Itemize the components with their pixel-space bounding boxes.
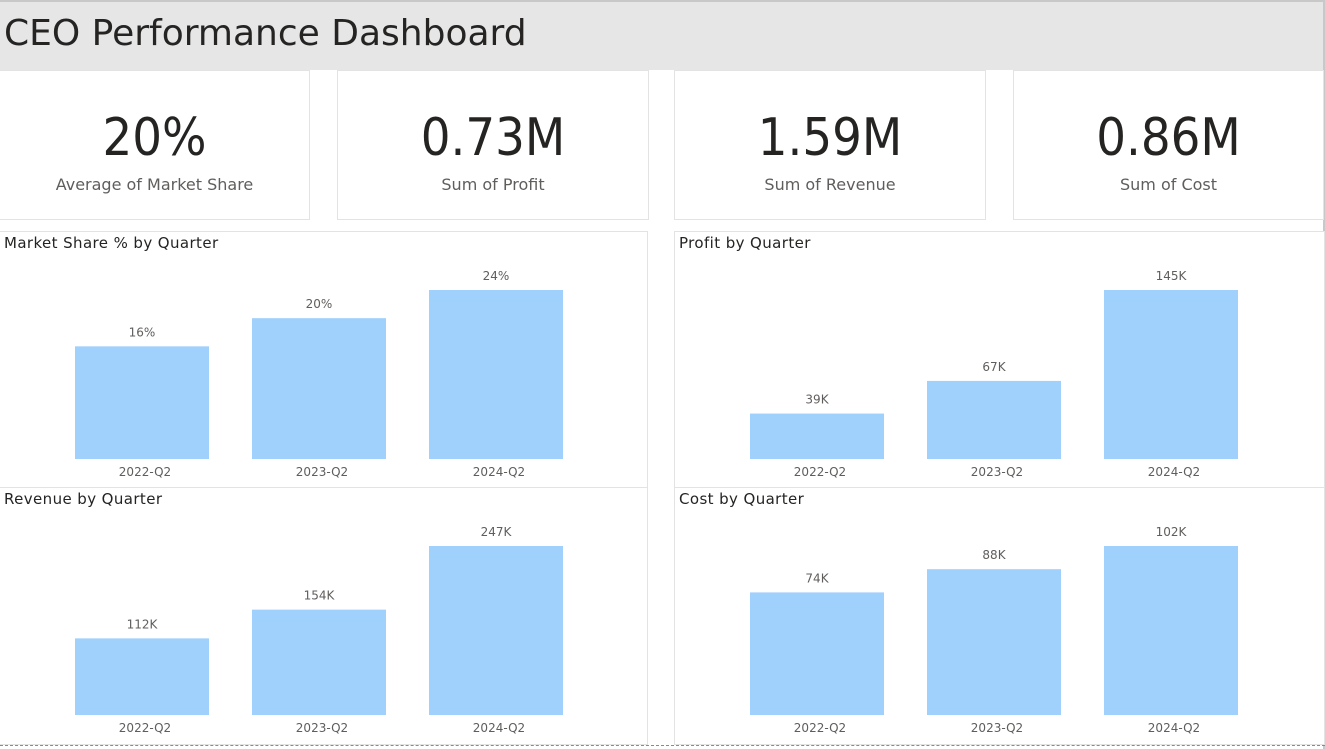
x-tick-label: 2023-Q2 (971, 465, 1023, 479)
data-label: 88K (982, 548, 1006, 562)
x-tick-label: 2024-Q2 (473, 465, 525, 479)
kpi-label: Sum of Profit (441, 175, 545, 194)
bar-2023-q2[interactable] (927, 380, 1061, 459)
data-label: 67K (982, 360, 1006, 374)
data-label: 154K (304, 589, 336, 603)
kpi-value: 0.86M (1096, 108, 1241, 168)
page-title: CEO Performance Dashboard (4, 13, 527, 54)
x-tick-label: 2022-Q2 (794, 721, 846, 735)
data-label: 102K (1156, 525, 1188, 539)
bar-2024-q2[interactable] (429, 290, 563, 459)
bar-chart-plot: 112K 2022-Q2 154K 2023-Q2 247K 2024-Q2 (75, 525, 563, 735)
kpi-card-profit[interactable]: 0.73M Sum of Profit (337, 70, 649, 220)
bar-2023-q2[interactable] (927, 569, 1061, 715)
bar-2023-q2[interactable] (252, 609, 386, 715)
kpi-card-market-share[interactable]: 20% Average of Market Share (0, 70, 310, 220)
x-tick-label: 2024-Q2 (1148, 465, 1200, 479)
data-label: 112K (127, 617, 159, 631)
kpi-label: Sum of Cost (1119, 175, 1218, 194)
profit-chart[interactable]: 39K 2022-Q2 67K 2023-Q2 145K 2024-Q2 Profit b… (674, 231, 1325, 488)
kpi-value: 0.73M (420, 108, 566, 168)
data-label: 16% (129, 325, 156, 339)
bar-2024-q2[interactable] (1104, 290, 1238, 459)
data-label: 20% (306, 297, 333, 311)
x-tick-label: 2023-Q2 (971, 721, 1023, 735)
bar-2022-q2[interactable] (750, 592, 884, 715)
bar-chart-plot: 74K 2022-Q2 88K 2023-Q2 102K 2024-Q2 (750, 525, 1238, 735)
data-label: 74K (805, 571, 829, 585)
x-tick-label: 2024-Q2 (1148, 721, 1200, 735)
x-tick-label: 2024-Q2 (473, 721, 525, 735)
cost-chart[interactable]: 74K 2022-Q2 88K 2023-Q2 102K 2024-Q2 Cost by … (674, 487, 1325, 745)
x-tick-label: 2023-Q2 (296, 721, 348, 735)
chart-title: Cost by Quarter (679, 490, 805, 508)
data-label: 145K (1156, 269, 1188, 283)
dashboard-header: CEO Performance Dashboard (0, 2, 1323, 70)
x-tick-label: 2022-Q2 (119, 465, 171, 479)
market-share-chart[interactable]: 16% 2022-Q2 20% 2023-Q2 24% 2024-Q2 Market Sh… (0, 231, 648, 488)
canvas-bottom-border (0, 745, 1325, 746)
chart-title: Market Share % by Quarter (4, 234, 219, 252)
kpi-label: Average of Market Share (55, 175, 254, 194)
kpi-value: 1.59M (757, 108, 903, 168)
report-canvas: CEO Performance Dashboard 20% Average of… (0, 0, 1325, 749)
bar-2022-q2[interactable] (75, 346, 209, 459)
chart-title: Profit by Quarter (679, 234, 811, 252)
bar-2024-q2[interactable] (1104, 546, 1238, 715)
data-label: 247K (481, 525, 513, 539)
bar-chart-plot: 16% 2022-Q2 20% 2023-Q2 24% 2024-Q2 (75, 269, 563, 479)
bar-2022-q2[interactable] (75, 638, 209, 715)
bar-2022-q2[interactable] (750, 413, 884, 459)
kpi-card-cost[interactable]: 0.86M Sum of Cost (1013, 70, 1324, 220)
bar-2024-q2[interactable] (429, 546, 563, 715)
bar-chart-plot: 39K 2022-Q2 67K 2023-Q2 145K 2024-Q2 (750, 269, 1238, 479)
kpi-value: 20% (102, 108, 207, 168)
x-tick-label: 2022-Q2 (119, 721, 171, 735)
kpi-card-revenue[interactable]: 1.59M Sum of Revenue (674, 70, 986, 220)
kpi-label: Sum of Revenue (764, 175, 896, 194)
x-tick-label: 2023-Q2 (296, 465, 348, 479)
data-label: 24% (483, 269, 510, 283)
chart-title: Revenue by Quarter (4, 490, 163, 508)
data-label: 39K (805, 393, 829, 407)
revenue-chart[interactable]: 112K 2022-Q2 154K 2023-Q2 247K 2024-Q2 Revenu… (0, 487, 648, 745)
x-tick-label: 2022-Q2 (794, 465, 846, 479)
bar-2023-q2[interactable] (252, 318, 386, 459)
